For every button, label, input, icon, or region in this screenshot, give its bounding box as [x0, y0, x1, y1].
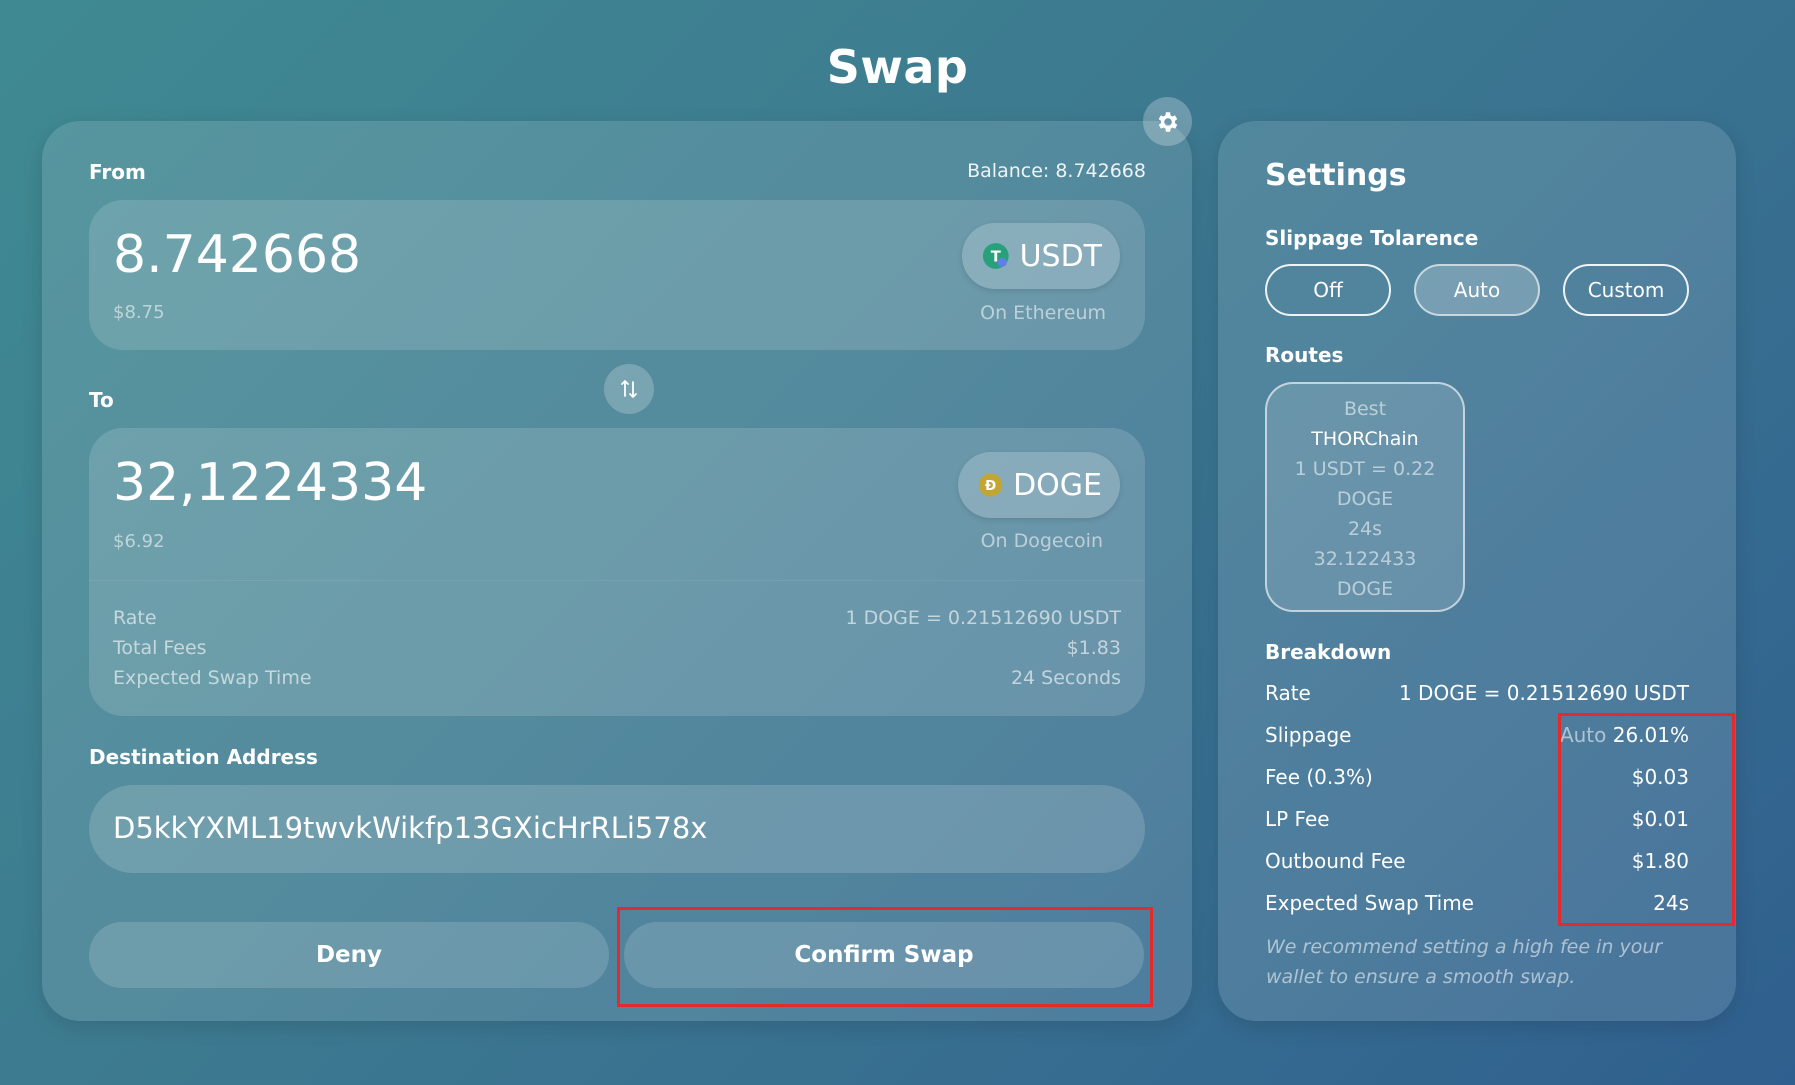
to-network: On Dogecoin — [980, 530, 1103, 552]
breakdown-fee-label: Fee (0.3%) — [1265, 765, 1373, 789]
route-amount-line2: DOGE — [1336, 578, 1394, 600]
gear-icon — [1158, 111, 1177, 132]
breakdown-rate-label: Rate — [1265, 681, 1311, 705]
doge-icon: Ð — [978, 473, 1003, 497]
breakdown-highlight-box — [1558, 713, 1735, 926]
route-name: THORChain — [1311, 428, 1419, 450]
route-card-thorchain[interactable]: Best THORChain 1 USDT = 0.22 DOGE 24s 32… — [1265, 382, 1465, 612]
info-rate-label: Rate — [113, 607, 157, 629]
route-best-badge: Best — [1343, 398, 1387, 420]
swap-arrows-icon — [621, 380, 637, 398]
deny-button[interactable]: Deny — [89, 922, 609, 988]
from-amount-input[interactable]: 8.742668 — [113, 225, 361, 285]
breakdown-label: Breakdown — [1265, 640, 1392, 664]
slippage-option-off[interactable]: Off — [1265, 264, 1391, 316]
info-rate-value: 1 DOGE = 0.21512690 USDT — [845, 607, 1121, 629]
info-time-label: Expected Swap Time — [113, 667, 312, 689]
from-label: From — [89, 160, 146, 184]
breakdown-outbound-fee-label: Outbound Fee — [1265, 849, 1406, 873]
switch-direction-button[interactable] — [604, 364, 654, 414]
info-time-value: 24 Seconds — [1010, 667, 1121, 689]
usdt-icon: T — [982, 243, 1009, 269]
breakdown-lp-fee-label: LP Fee — [1265, 807, 1330, 831]
page-title: Swap — [826, 40, 969, 94]
to-token-selector[interactable]: Ð DOGE — [958, 452, 1120, 518]
balance-text: Balance: 8.742668 — [967, 160, 1146, 182]
confirm-highlight-box — [617, 907, 1153, 1007]
to-amount-value: 32,1224334 — [113, 453, 428, 513]
breakdown-slippage-label: Slippage — [1265, 723, 1352, 747]
route-rate-line1: 1 USDT = 0.22 — [1294, 458, 1436, 480]
fee-recommendation-note: We recommend setting a high fee in your … — [1266, 936, 1663, 988]
destination-address-value: D5kkYXML19twvkWikfp13GXicHrRLi578x — [113, 811, 708, 845]
from-token-selector[interactable]: T USDT — [962, 223, 1120, 289]
slippage-option-auto[interactable]: Auto — [1414, 264, 1540, 316]
destination-label: Destination Address — [89, 745, 318, 769]
info-fees-label: Total Fees — [113, 637, 207, 659]
to-token-name: DOGE — [1013, 467, 1102, 503]
settings-title: Settings — [1265, 158, 1407, 193]
from-network: On Ethereum — [980, 302, 1106, 324]
to-label: To — [89, 388, 114, 412]
routes-label: Routes — [1265, 343, 1344, 367]
to-box-divider — [89, 580, 1145, 581]
breakdown-rate-value: 1 DOGE = 0.21512690 USDT — [1398, 681, 1689, 705]
from-token-name: USDT — [1019, 238, 1102, 274]
from-usd-value: $8.75 — [113, 302, 165, 323]
route-time: 24s — [1347, 518, 1383, 540]
slippage-option-custom[interactable]: Custom — [1563, 264, 1689, 316]
settings-gear-button[interactable] — [1143, 97, 1192, 146]
slippage-label: Slippage Tolarence — [1265, 226, 1479, 250]
breakdown-swap-time-label: Expected Swap Time — [1265, 891, 1474, 915]
info-fees-value: $1.83 — [1066, 637, 1121, 659]
route-rate-line2: DOGE — [1336, 488, 1394, 510]
svg-text:Ð: Ð — [985, 479, 996, 494]
to-usd-value: $6.92 — [113, 531, 165, 552]
route-amount-line1: 32.122433 — [1313, 548, 1417, 570]
